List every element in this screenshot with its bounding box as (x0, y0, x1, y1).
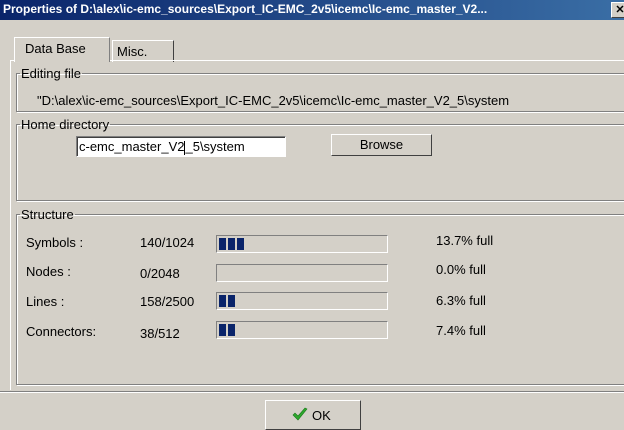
progress-block (228, 324, 235, 336)
editing-file-legend: Editing file (21, 66, 81, 81)
symbols-count: 140/1024 (140, 235, 195, 250)
progress-block (237, 238, 244, 250)
symbols-label: Symbols : (26, 235, 84, 250)
progress-block (219, 324, 226, 336)
connectors-label: Connectors: (26, 324, 97, 339)
lines-percent: 6.3% full (436, 293, 486, 308)
title-bar[interactable]: Properties of D:\alex\ic-emc_sources\Exp… (0, 0, 624, 20)
connectors-progress-fill (219, 324, 235, 336)
nodes-progress (216, 264, 388, 282)
home-directory-value-a: c-emc_master_V2 (79, 139, 185, 154)
home-directory-legend: Home directory (21, 117, 110, 132)
tab-data-base[interactable]: Data Base (14, 37, 110, 62)
nodes-count: 0/2048 (140, 266, 180, 281)
lines-progress-fill (219, 295, 235, 307)
nodes-percent: 0.0% full (436, 262, 486, 277)
browse-button[interactable]: Browse (331, 134, 432, 156)
ok-label: OK (312, 408, 331, 423)
ok-button[interactable]: OK (265, 400, 361, 430)
connectors-progress (216, 321, 388, 339)
symbols-percent: 13.7% full (436, 233, 494, 248)
connectors-count: 38/512 (140, 326, 180, 341)
progress-block (219, 295, 226, 307)
footer-divider-highlight (0, 392, 624, 393)
progress-block (228, 238, 235, 250)
close-icon[interactable]: ✕ (611, 2, 624, 18)
progress-block (219, 238, 226, 250)
structure-legend: Structure (21, 207, 74, 222)
lines-label: Lines : (26, 294, 65, 309)
lines-count: 158/2500 (140, 294, 195, 309)
lines-progress (216, 292, 388, 310)
editing-file-path: "D:\alex\ic-emc_sources\Export_IC-EMC_2v… (37, 93, 510, 108)
home-directory-input[interactable]: c-emc_master_V2_5\system (76, 136, 286, 157)
home-directory-value-b: _5\system (185, 139, 245, 154)
connectors-percent: 7.4% full (436, 323, 486, 338)
checkmark-icon (292, 407, 308, 421)
tab-misc[interactable]: Misc. (112, 40, 174, 62)
home-directory-group: Home directory (16, 117, 624, 201)
symbols-progress (216, 235, 388, 253)
window-title: Properties of D:\alex\ic-emc_sources\Exp… (3, 2, 488, 16)
symbols-progress-fill (219, 238, 244, 250)
progress-block (228, 295, 235, 307)
nodes-label: Nodes : (26, 264, 71, 279)
